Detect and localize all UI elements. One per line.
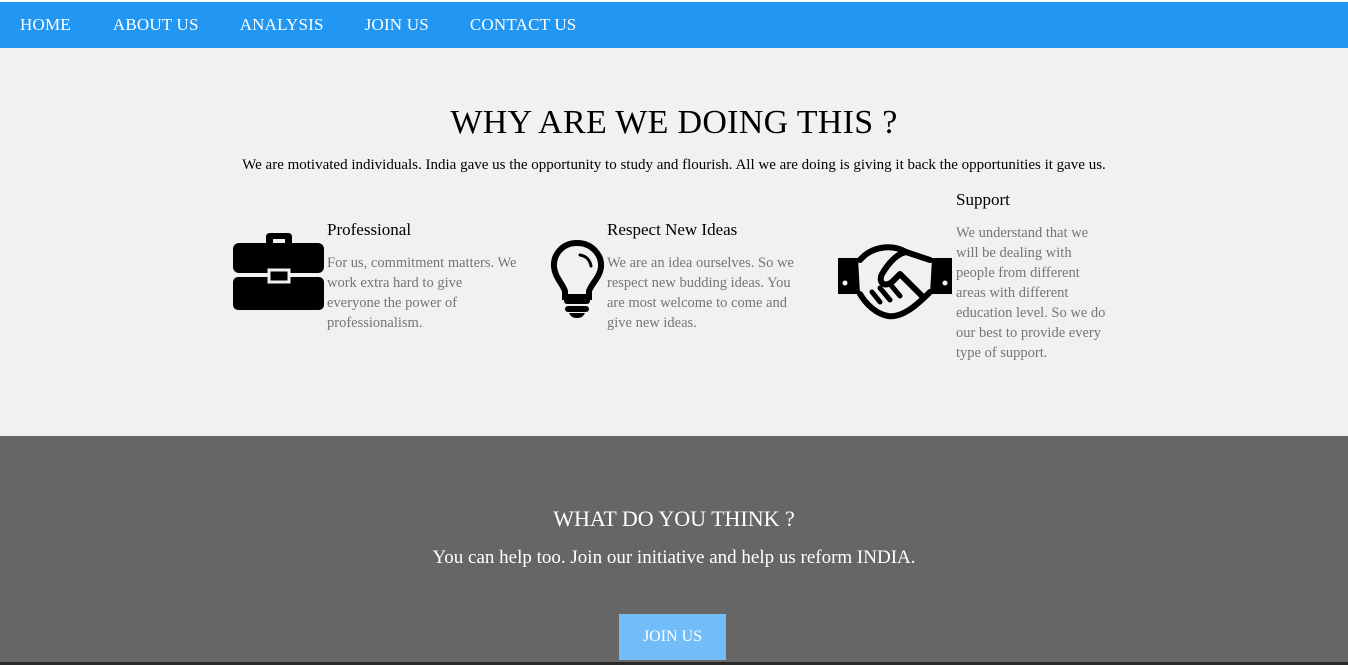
handshake-icon bbox=[836, 244, 954, 325]
why-section: WHY ARE WE DOING THIS ? We are motivated… bbox=[0, 48, 1348, 436]
why-intro: We are motivated individuals. India gave… bbox=[242, 157, 1106, 173]
nav-contact-link[interactable]: CONTACT US bbox=[450, 2, 598, 48]
why-title: WHY ARE WE DOING THIS ? bbox=[450, 104, 898, 141]
think-title: WHAT DO YOU THINK ? bbox=[553, 506, 795, 531]
nav-analysis-link[interactable]: ANALYSIS bbox=[220, 2, 345, 48]
feature-title: Support bbox=[956, 190, 1010, 209]
feature-description: We understand that we will be dealing wi… bbox=[956, 225, 1106, 361]
join-us-button[interactable]: JOIN US bbox=[619, 614, 726, 660]
briefcase-icon bbox=[233, 233, 325, 316]
think-subtitle: You can help too. Join our initiative an… bbox=[432, 547, 916, 568]
feature-description: For us, commitment matters. We work extr… bbox=[327, 255, 517, 331]
lightbulb-icon bbox=[550, 239, 606, 324]
feature-description: We are an idea ourselves. So we respect … bbox=[607, 255, 794, 331]
nav-join-link[interactable]: JOIN US bbox=[345, 2, 450, 48]
feature-title: Respect New Ideas bbox=[607, 220, 738, 239]
feature-title: Professional bbox=[327, 220, 412, 239]
nav-home-link[interactable]: HOME bbox=[0, 2, 93, 48]
top-navigation: HOME ABOUT US ANALYSIS JOIN US CONTACT U… bbox=[0, 2, 1348, 48]
think-section: WHAT DO YOU THINK ? You can help too. Jo… bbox=[0, 436, 1348, 665]
nav-about-link[interactable]: ABOUT US bbox=[93, 2, 220, 48]
